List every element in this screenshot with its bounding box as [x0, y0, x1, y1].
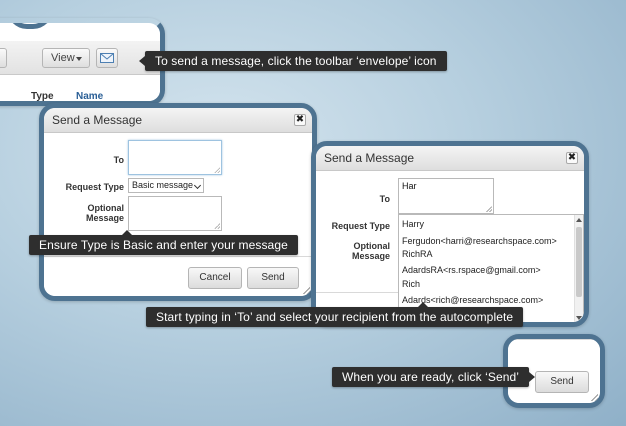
scrollbar[interactable] [574, 215, 583, 322]
optional-label-1: Optional [87, 203, 125, 213]
close-icon[interactable]: ✖ [566, 152, 578, 164]
callout-arrow [139, 56, 145, 66]
toolbar-prev-button[interactable] [0, 48, 7, 68]
dialog-resize-icon[interactable] [302, 286, 310, 294]
table-header: Type Name [0, 76, 160, 101]
send-message-dialog-left: Send a Message ✖ To Request Type Basic m… [39, 103, 317, 301]
send-button[interactable]: Send [535, 371, 589, 393]
view-label: View [51, 52, 75, 64]
toolbar: View [0, 41, 160, 75]
callout-envelope: To send a message, click the toolbar ‘en… [139, 51, 447, 71]
scroll-thumb[interactable] [576, 227, 582, 297]
request-type-select[interactable]: Basic message [128, 178, 204, 193]
optional-label-2: Message [85, 213, 124, 223]
top-corner-accent [7, 23, 53, 29]
message-field[interactable] [128, 196, 222, 231]
callout-type-text: Ensure Type is Basic and enter your mess… [39, 238, 288, 252]
request-type-label: Request Type [65, 182, 124, 192]
resize-grip-icon [214, 223, 220, 229]
request-type-value: Basic message [132, 180, 194, 190]
send-button[interactable]: Send [247, 267, 299, 289]
send-message-dialog-right: Send a Message ✖ To Har Request Type Opt… [311, 141, 589, 327]
dialog-resize-icon[interactable] [590, 393, 598, 401]
resize-grip-icon [486, 206, 492, 212]
autocomplete-item[interactable]: Harry Fergudon<harri@researchspace.com> [402, 218, 557, 248]
to-label: To [113, 155, 124, 165]
dialog-footer-line [316, 292, 398, 293]
caret-down-icon [76, 57, 82, 61]
dialog-title: Send a Message [52, 113, 143, 127]
close-icon[interactable]: ✖ [294, 114, 306, 126]
request-type-label: Request Type [331, 221, 390, 231]
dialog-footer: Cancel Send [44, 256, 312, 296]
suggestion-name: RichRA [402, 249, 433, 259]
scroll-down-icon[interactable] [576, 316, 582, 320]
scroll-up-icon[interactable] [576, 218, 582, 222]
callout-envelope-text: To send a message, click the toolbar ‘en… [155, 54, 437, 68]
callout-arrow [122, 230, 132, 235]
suggestion-name: Rich [402, 279, 421, 289]
resize-grip-icon [214, 167, 220, 173]
callout-arrow [418, 302, 428, 307]
view-dropdown-button[interactable]: View [42, 48, 90, 68]
col-name-header[interactable]: Name [76, 91, 103, 101]
suggestion-detail: Fergudon<harri@researchspace.com> [402, 236, 557, 246]
envelope-icon [100, 53, 114, 63]
chevron-down-icon [193, 181, 202, 190]
autocomplete-item[interactable]: RichRA AdardsRA<rs.rspace@gmail.com> [402, 248, 541, 277]
optional-label-1: Optional [353, 241, 391, 251]
envelope-button[interactable] [96, 48, 118, 68]
to-value: Har [402, 181, 417, 191]
callout-autocomplete-text: Start typing in ‘To’ and select your rec… [156, 310, 514, 324]
toolbar-frame-inner: View Type Name [0, 23, 160, 101]
col-type-header[interactable]: Type [31, 91, 54, 101]
callout-send-text: When you are ready, click ‘Send’ [342, 370, 520, 384]
dialog-title: Send a Message [324, 151, 415, 165]
callout-send: When you are ready, click ‘Send’ [332, 367, 536, 387]
suggestion-detail: AdardsRA<rs.rspace@gmail.com> [402, 265, 541, 275]
cancel-button[interactable]: Cancel [188, 267, 242, 289]
suggestion-name: Harry [402, 219, 424, 229]
callout-autocomplete: Start typing in ‘To’ and select your rec… [146, 302, 524, 327]
dialog-title-bar: Send a Message ✖ [316, 146, 584, 171]
to-label: To [379, 194, 390, 204]
to-field[interactable] [128, 140, 222, 175]
optional-label-2: Message [351, 251, 390, 261]
dialog-title-bar: Send a Message ✖ [44, 108, 312, 133]
callout-arrow [529, 372, 536, 382]
callout-type: Ensure Type is Basic and enter your mess… [29, 230, 298, 255]
to-field[interactable]: Har [398, 178, 494, 214]
